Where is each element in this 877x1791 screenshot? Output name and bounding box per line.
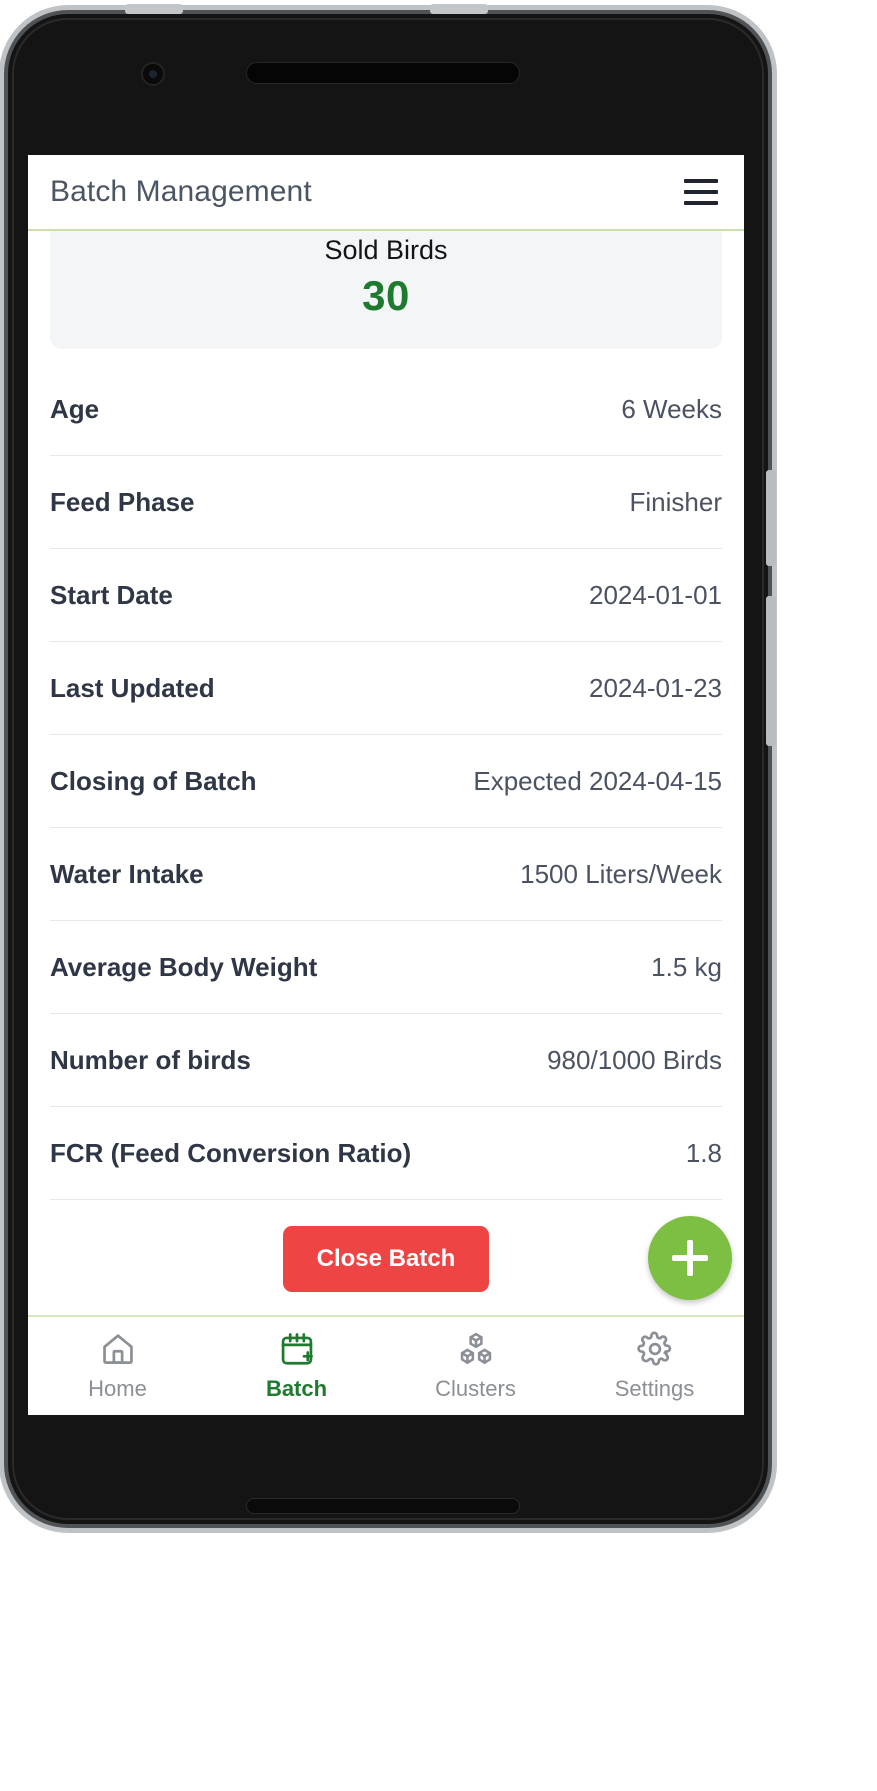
bottom-navigation-bar: Home Batch Clusters Settings xyxy=(28,1315,744,1415)
summary-card-value: 30 xyxy=(362,272,410,319)
nav-item-label: Settings xyxy=(614,1376,695,1401)
phone-top-button-right xyxy=(430,4,488,14)
calendar-plus-icon xyxy=(278,1330,316,1368)
detail-row-label: Closing of Batch xyxy=(50,765,257,796)
phone-frame: Batch Management Sold Birds 30 Age 6 Week… xyxy=(0,0,877,1791)
detail-row-value: Finisher xyxy=(629,486,722,517)
summary-card-label: Sold Birds xyxy=(324,235,448,265)
detail-row-value: 2024-01-01 xyxy=(589,579,722,610)
detail-row-label: Average Body Weight xyxy=(50,951,318,982)
detail-row: Last Updated 2024-01-23 xyxy=(50,642,722,735)
phone-top-button-left xyxy=(125,4,183,14)
phone-volume-button xyxy=(766,470,776,566)
cubes-icon xyxy=(457,1330,495,1368)
add-batch-fab[interactable] xyxy=(648,1216,732,1300)
hamburger-line-1 xyxy=(684,179,718,183)
front-camera xyxy=(141,62,165,86)
nav-item-label: Home xyxy=(88,1376,147,1401)
detail-row-value: 1500 Liters/Week xyxy=(520,858,722,889)
detail-row-label: Age xyxy=(50,393,100,424)
detail-row-value: 1.5 kg xyxy=(651,951,722,982)
detail-row-value: 1.8 xyxy=(685,1137,722,1168)
detail-row-label: Last Updated xyxy=(50,672,215,703)
detail-row-label: FCR (Feed Conversion Ratio) xyxy=(50,1137,412,1168)
home-indicator xyxy=(246,1498,520,1514)
nav-item-label: Clusters xyxy=(435,1376,516,1401)
app-bar: Batch Management xyxy=(28,155,744,231)
nav-item-batch[interactable]: Batch xyxy=(207,1330,386,1402)
detail-row: Age 6 Weeks xyxy=(50,363,722,456)
detail-row: Feed Phase Finisher xyxy=(50,456,722,549)
phone-power-button xyxy=(766,596,776,746)
detail-row: Number of birds 980/1000 Birds xyxy=(50,1014,722,1107)
detail-row: Start Date 2024-01-01 xyxy=(50,549,722,642)
earpiece-speaker xyxy=(246,62,520,84)
detail-row-label: Feed Phase xyxy=(50,486,195,517)
detail-row-value: 2024-01-23 xyxy=(589,672,722,703)
gear-icon xyxy=(636,1330,674,1368)
detail-row: Water Intake 1500 Liters/Week xyxy=(50,828,722,921)
phone-screen: Batch Management Sold Birds 30 Age 6 Week… xyxy=(28,155,744,1415)
batch-detail-list: Age 6 Weeks Feed Phase Finisher Start Date 20… xyxy=(28,363,744,1200)
nav-item-home[interactable]: Home xyxy=(28,1330,207,1402)
detail-row: Average Body Weight 1.5 kg xyxy=(50,921,722,1014)
detail-row-value: 6 Weeks xyxy=(621,393,722,424)
detail-row-value: 980/1000 Birds xyxy=(547,1044,722,1075)
detail-row-label: Water Intake xyxy=(50,858,204,889)
detail-row-label: Start Date xyxy=(50,579,173,610)
close-batch-button[interactable]: Close Batch xyxy=(282,1226,490,1292)
detail-row: FCR (Feed Conversion Ratio) 1.8 xyxy=(50,1107,722,1200)
detail-row: Closing of Batch Expected 2024-04-15 xyxy=(50,735,722,828)
detail-row-label: Number of birds xyxy=(50,1044,251,1075)
detail-row-value: Expected 2024-04-15 xyxy=(473,765,722,796)
scroll-content[interactable]: Sold Birds 30 Age 6 Weeks Feed Phase Finish… xyxy=(28,231,744,1415)
nav-item-settings[interactable]: Settings xyxy=(565,1330,744,1402)
plus-icon xyxy=(672,1240,708,1276)
hamburger-menu-icon[interactable] xyxy=(684,179,718,205)
hamburger-line-3 xyxy=(684,201,718,205)
nav-item-label: Batch xyxy=(265,1376,328,1401)
action-area: Close Batch xyxy=(28,1200,744,1318)
sold-birds-summary-card: Sold Birds 30 xyxy=(50,231,722,349)
hamburger-line-2 xyxy=(684,190,718,194)
page-title: Batch Management xyxy=(50,175,312,208)
home-icon xyxy=(99,1330,137,1368)
nav-item-clusters[interactable]: Clusters xyxy=(386,1330,565,1402)
